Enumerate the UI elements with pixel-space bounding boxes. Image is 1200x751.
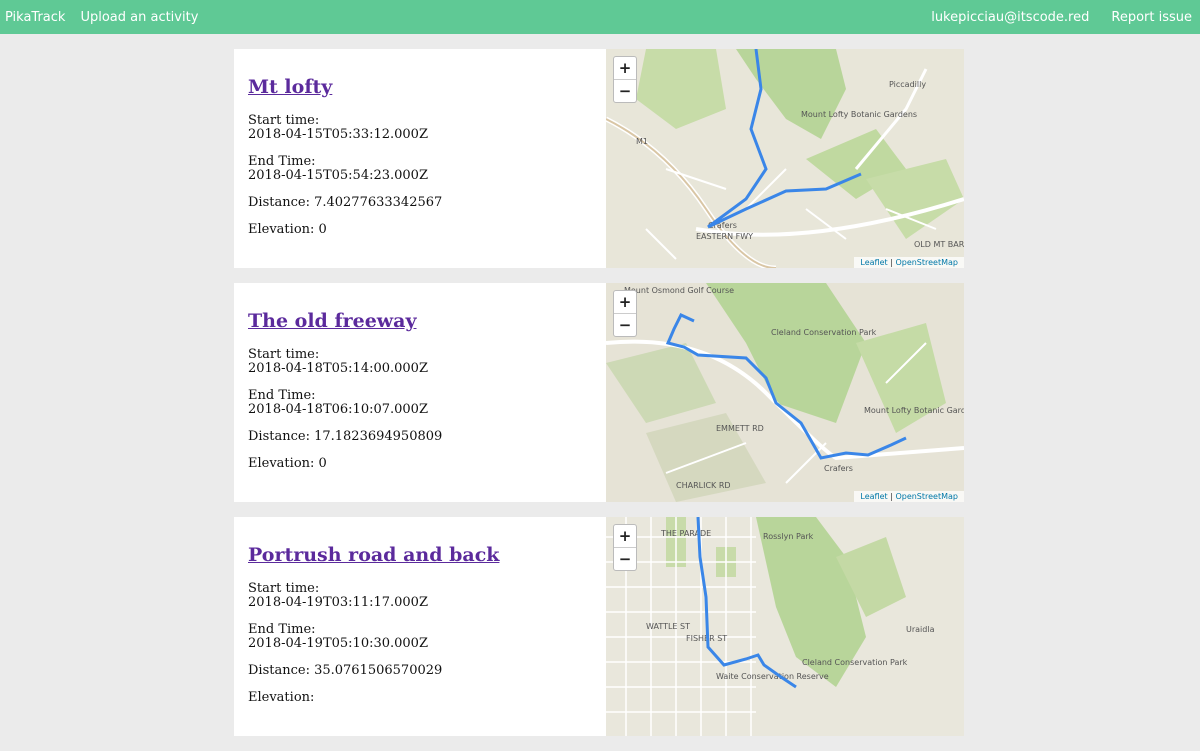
zoom-control: + − [613,56,637,103]
end-time-row: End Time: 2018-04-18T06:10:07.000Z [248,389,592,417]
start-time-label: Start time: [248,581,320,596]
start-time-row: Start time: 2018-04-15T05:33:12.000Z [248,114,592,142]
elevation-label: Elevation: [248,222,315,237]
distance-value: 7.40277633342567 [314,195,443,210]
distance-value: 17.1823694950809 [314,429,443,444]
activity-title: Mt lofty [248,76,592,98]
activity-card: The old freeway Start time: 2018-04-18T05… [234,283,964,502]
map-label: Mount Lofty Botanic Gardens [801,110,917,119]
distance-value: 35.0761506570029 [314,663,443,678]
map-label: EASTERN FWY [696,232,753,241]
zoom-out-button[interactable]: − [614,80,636,102]
map-label: Waite Conservation Reserve [716,672,829,681]
map-label: Mount Osmond Golf Course [624,286,734,295]
distance-label: Distance: [248,663,310,678]
map-tiles: Piccadilly Mount Lofty Botanic Gardens C… [606,49,964,268]
activity-title: Portrush road and back [248,544,592,566]
zoom-in-button[interactable]: + [614,525,636,548]
end-time-value: 2018-04-18T06:10:07.000Z [248,402,428,417]
activity-info: Portrush road and back Start time: 2018-0… [234,517,606,736]
start-time-label: Start time: [248,113,320,128]
map-label: THE PARADE [660,529,711,538]
map-label: M1 [636,137,648,146]
elevation-row: Elevation: 0 [248,223,592,237]
start-time-label: Start time: [248,347,320,362]
distance-row: Distance: 17.1823694950809 [248,430,592,444]
end-time-value: 2018-04-19T05:10:30.000Z [248,636,428,651]
start-time-row: Start time: 2018-04-19T03:11:17.000Z [248,582,592,610]
map-label: Mount Lofty Botanic Gardens [864,406,964,415]
leaflet-link[interactable]: Leaflet [860,492,887,501]
activity-card: Portrush road and back Start time: 2018-0… [234,517,964,736]
end-time-label: End Time: [248,154,316,169]
activity-info: Mt lofty Start time: 2018-04-15T05:33:12.… [234,49,606,268]
activity-title-link[interactable]: Portrush road and back [248,544,499,566]
map-attribution: Leaflet | OpenStreetMap [854,257,964,268]
zoom-control: + − [613,524,637,571]
activity-title-link[interactable]: The old freeway [248,310,417,332]
elevation-row: Elevation: 0 [248,457,592,471]
map-tiles: Rosslyn Park THE PARADE WATTLE ST FISHER… [606,517,964,736]
activity-card: Mt lofty Start time: 2018-04-15T05:33:12.… [234,49,964,268]
distance-label: Distance: [248,195,310,210]
zoom-in-button[interactable]: + [614,291,636,314]
elevation-value: 0 [318,222,327,237]
start-time-row: Start time: 2018-04-18T05:14:00.000Z [248,348,592,376]
map-label: Cleland Conservation Park [802,658,908,667]
map-label: Uraidla [906,625,935,634]
navbar-right: lukepicciau@itscode.red Report issue [917,10,1200,25]
activity-info: The old freeway Start time: 2018-04-18T05… [234,283,606,502]
map-label: WATTLE ST [646,622,690,631]
map-label: Rosslyn Park [763,532,814,541]
zoom-out-button[interactable]: − [614,548,636,570]
elevation-label: Elevation: [248,690,315,705]
end-time-row: End Time: 2018-04-19T05:10:30.000Z [248,623,592,651]
navbar-left: PikaTrack Upload an activity [0,10,208,25]
map-label: EMMETT RD [716,424,764,433]
end-time-row: End Time: 2018-04-15T05:54:23.000Z [248,155,592,183]
map-label: Piccadilly [889,80,926,89]
elevation-label: Elevation: [248,456,315,471]
zoom-out-button[interactable]: − [614,314,636,336]
zoom-in-button[interactable]: + [614,57,636,80]
start-time-value: 2018-04-19T03:11:17.000Z [248,595,428,610]
map-label: Crafers [824,464,853,473]
user-email-link[interactable]: lukepicciau@itscode.red [931,10,1089,25]
map-label: Cleland Conservation Park [771,328,877,337]
elevation-value: 0 [318,456,327,471]
activity-map[interactable]: Rosslyn Park THE PARADE WATTLE ST FISHER… [606,517,964,736]
map-tiles: Mount Osmond Golf Course Cleland Conserv… [606,283,964,502]
map-label: OLD MT BARKER [914,240,964,249]
leaflet-link[interactable]: Leaflet [860,258,887,267]
end-time-label: End Time: [248,388,316,403]
activity-title: The old freeway [248,310,592,332]
zoom-control: + − [613,290,637,337]
start-time-value: 2018-04-15T05:33:12.000Z [248,127,428,142]
distance-row: Distance: 35.0761506570029 [248,664,592,678]
end-time-value: 2018-04-15T05:54:23.000Z [248,168,428,183]
brand-link[interactable]: PikaTrack [5,10,65,25]
map-attribution: Leaflet | OpenStreetMap [854,491,964,502]
osm-link[interactable]: OpenStreetMap [895,258,958,267]
distance-row: Distance: 7.40277633342567 [248,196,592,210]
activity-map[interactable]: Piccadilly Mount Lofty Botanic Gardens C… [606,49,964,268]
map-label: CHARLICK RD [676,481,731,490]
top-navbar: PikaTrack Upload an activity lukepicciau… [0,0,1200,34]
activity-title-link[interactable]: Mt lofty [248,76,332,98]
distance-label: Distance: [248,429,310,444]
report-issue-link[interactable]: Report issue [1111,10,1192,25]
elevation-row: Elevation: [248,691,592,705]
osm-link[interactable]: OpenStreetMap [895,492,958,501]
activity-map[interactable]: Mount Osmond Golf Course Cleland Conserv… [606,283,964,502]
activity-list: Mt lofty Start time: 2018-04-15T05:33:12.… [234,49,964,751]
end-time-label: End Time: [248,622,316,637]
start-time-value: 2018-04-18T05:14:00.000Z [248,361,428,376]
upload-activity-link[interactable]: Upload an activity [80,10,198,25]
